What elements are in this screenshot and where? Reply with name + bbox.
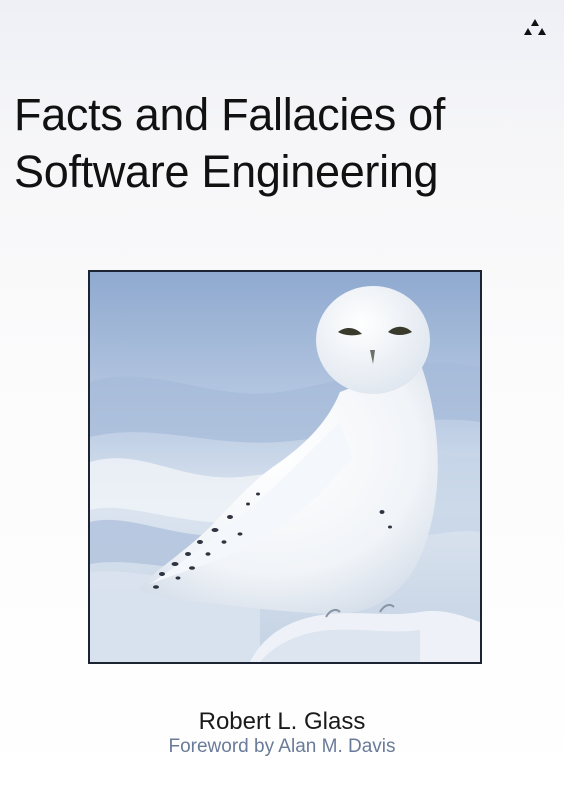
book-title: Facts and Fallacies of Software Engineer… [14, 86, 554, 200]
title-line-1: Facts and Fallacies of [14, 89, 446, 140]
foreword-credit: Foreword by Alan M. Davis [168, 736, 396, 757]
publisher-logo-icon [524, 19, 546, 35]
author-name: Robert L. Glass [198, 708, 366, 735]
book-cover: Facts and Fallacies of Software Engineer… [0, 0, 564, 789]
snowy-owl-image [90, 272, 480, 662]
title-line-2: Software Engineering [14, 146, 439, 197]
cover-photo [88, 270, 482, 664]
